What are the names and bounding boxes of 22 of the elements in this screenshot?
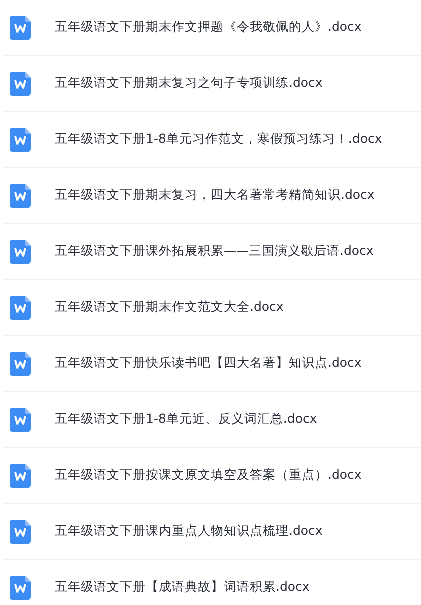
word-document-icon: [10, 296, 31, 320]
file-name[interactable]: 五年级语文下册期末复习之句子专项训练.docx: [55, 74, 323, 93]
word-document-icon: [10, 520, 31, 544]
file-name[interactable]: 五年级语文下册期末作文押题《令我敬佩的人》.docx: [55, 18, 362, 37]
word-document-icon: [10, 240, 31, 264]
word-document-icon: [10, 464, 31, 488]
file-name[interactable]: 五年级语文下册1-8单元习作范文，寒假预习练习！.docx: [55, 130, 382, 149]
file-name[interactable]: 五年级语文下册期末复习，四大名著常考精简知识.docx: [55, 186, 375, 205]
file-name[interactable]: 五年级语文下册【成语典故】词语积累.docx: [55, 578, 310, 597]
file-name[interactable]: 五年级语文下册按课文原文填空及答案（重点）.docx: [55, 466, 362, 485]
word-document-icon: [10, 408, 31, 432]
word-document-icon: [10, 128, 31, 152]
file-name[interactable]: 五年级语文下册期末作文范文大全.docx: [55, 298, 284, 317]
word-document-icon: [10, 576, 31, 600]
word-document-icon: [10, 16, 31, 40]
word-document-icon: [10, 72, 31, 96]
file-name[interactable]: 五年级语文下册课内重点人物知识点梳理.docx: [55, 522, 323, 541]
file-name[interactable]: 五年级语文下册1-8单元近、反义词汇总.docx: [55, 410, 318, 429]
word-document-icon: [10, 184, 31, 208]
file-name[interactable]: 五年级语文下册快乐读书吧【四大名著】知识点.docx: [55, 354, 362, 373]
file-name[interactable]: 五年级语文下册课外拓展积累——三国演义歇后语.docx: [55, 242, 374, 261]
word-document-icon: [10, 352, 31, 376]
